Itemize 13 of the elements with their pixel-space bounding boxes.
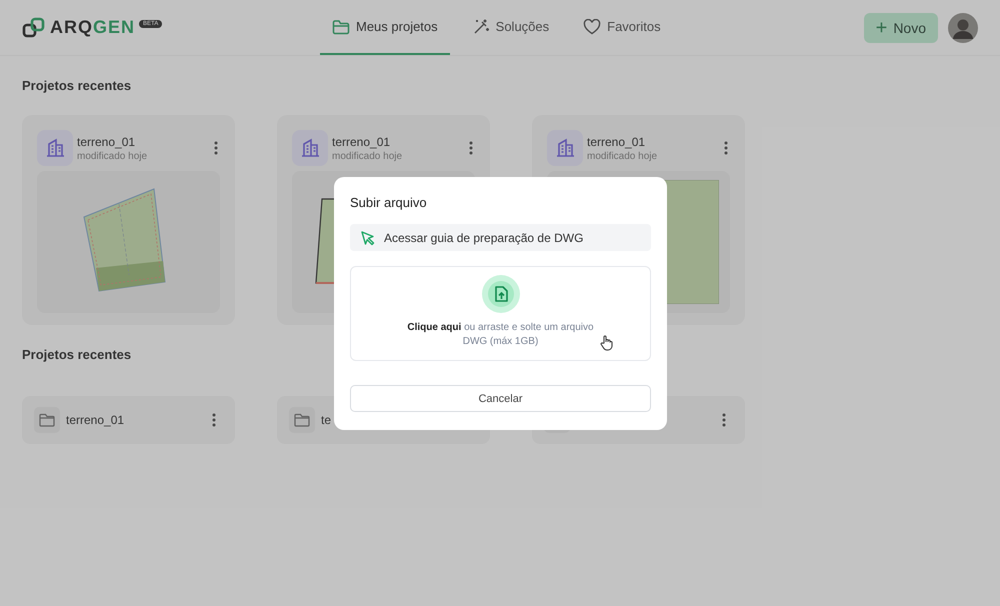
project-name: terreno_01 [77, 134, 136, 148]
modified-date: modificado hoje [77, 150, 148, 162]
logo-text: ARQGEN [50, 17, 136, 38]
dropzone-text: Clique aqui ou arraste e solte um arquivo DWG (máx 1GB) [406, 321, 595, 349]
folder-name: terreno_01 [66, 413, 126, 427]
modified-date: modificado hoje [587, 150, 658, 162]
modified-date: modificado hoje [332, 150, 404, 162]
project-name: terreno_01 [332, 134, 392, 148]
section-title: Projetos recentes [22, 347, 132, 362]
section-title: Projetos recentes [22, 78, 132, 93]
project-name: terreno_01 [587, 134, 646, 148]
dialog-title: Subir arquivo [350, 195, 428, 210]
folder-name: te [321, 413, 332, 427]
